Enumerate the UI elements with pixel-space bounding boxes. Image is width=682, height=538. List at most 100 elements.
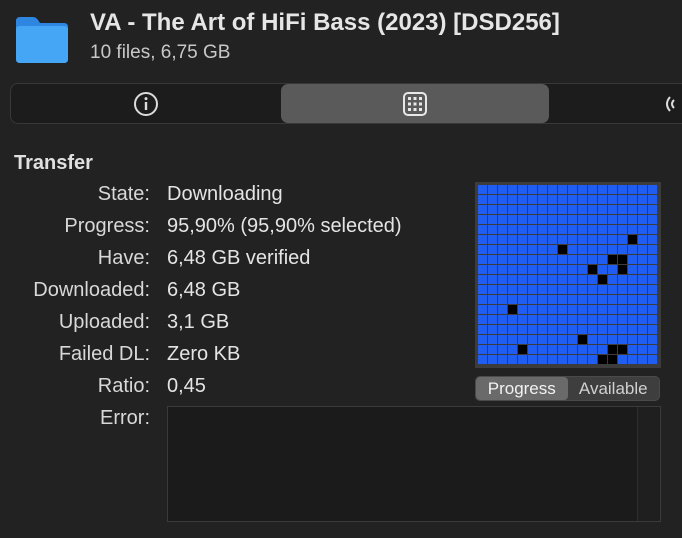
piece-have: [608, 245, 617, 254]
piece-have: [498, 215, 507, 224]
piece-have: [578, 305, 587, 314]
piece-have: [598, 235, 607, 244]
piece-have: [588, 335, 597, 344]
piece-have: [558, 215, 567, 224]
grid-icon: [403, 91, 427, 116]
piece-have: [618, 245, 627, 254]
piece-have: [558, 325, 567, 334]
piece-have: [498, 205, 507, 214]
piece-have: [498, 245, 507, 254]
piece-have: [518, 225, 527, 234]
piece-have: [608, 225, 617, 234]
piece-have: [478, 235, 487, 244]
error-field[interactable]: [167, 406, 661, 522]
piece-have: [568, 305, 577, 314]
piece-have: [498, 325, 507, 334]
piece-have: [618, 305, 627, 314]
failed-dl-value: Zero KB: [167, 343, 241, 365]
error-scrollbar[interactable]: [637, 407, 660, 521]
piece-have: [608, 295, 617, 304]
transfer-heading: Transfer: [14, 152, 93, 174]
have-label: Have:: [97, 247, 150, 269]
piece-have: [588, 215, 597, 224]
piece-have: [608, 215, 617, 224]
piece-have: [648, 185, 657, 194]
piece-have: [558, 205, 567, 214]
piece-have: [608, 265, 617, 274]
piece-missing: [598, 275, 607, 284]
piece-have: [558, 315, 567, 324]
progress-row: Progress:: [0, 215, 150, 243]
piece-have: [568, 315, 577, 324]
downloaded-value: 6,48 GB: [167, 279, 241, 301]
piece-have: [638, 205, 647, 214]
piece-have: [528, 225, 537, 234]
piece-have: [488, 305, 497, 314]
piece-have: [538, 205, 547, 214]
piece-have: [498, 315, 507, 324]
piece-have: [528, 275, 537, 284]
piece-have: [628, 245, 637, 254]
piece-have: [648, 265, 657, 274]
tab-pieces[interactable]: [281, 84, 549, 123]
piece-have: [598, 255, 607, 264]
pieces-grid: [475, 182, 661, 368]
piece-have: [618, 225, 627, 234]
piece-have: [548, 335, 557, 344]
piece-have: [538, 255, 547, 264]
inspector-tab-bar: [10, 83, 682, 124]
tab-info[interactable]: [11, 84, 281, 123]
piece-have: [528, 205, 537, 214]
piece-have: [548, 285, 557, 294]
piece-have: [518, 255, 527, 264]
piece-have: [508, 225, 517, 234]
piece-have: [578, 325, 587, 334]
piece-have: [648, 345, 657, 354]
piece-have: [528, 245, 537, 254]
piece-have: [528, 325, 537, 334]
piece-have: [608, 285, 617, 294]
torrent-summary: 10 files, 6,75 GB: [90, 42, 231, 63]
piece-have: [558, 235, 567, 244]
piece-have: [478, 195, 487, 204]
toggle-progress[interactable]: Progress: [476, 377, 568, 400]
piece-have: [538, 215, 547, 224]
piece-have: [508, 295, 517, 304]
piece-have: [638, 215, 647, 224]
tab-peers[interactable]: [661, 84, 682, 123]
piece-have: [568, 325, 577, 334]
info-icon: [134, 91, 158, 116]
piece-have: [538, 275, 547, 284]
piece-have: [518, 315, 527, 324]
piece-have: [548, 255, 557, 264]
ratio-label: Ratio:: [97, 375, 150, 397]
piece-have: [598, 315, 607, 324]
piece-have: [518, 275, 527, 284]
piece-have: [538, 265, 547, 274]
piece-have: [618, 205, 627, 214]
piece-have: [528, 265, 537, 274]
piece-have: [618, 285, 627, 294]
piece-have: [578, 275, 587, 284]
piece-have: [578, 315, 587, 324]
piece-have: [588, 315, 597, 324]
piece-missing: [628, 235, 637, 244]
piece-have: [618, 275, 627, 284]
piece-have: [498, 295, 507, 304]
error-row: Error:: [0, 407, 150, 435]
peers-icon: [666, 95, 675, 112]
piece-have: [488, 215, 497, 224]
piece-have: [508, 215, 517, 224]
piece-have: [558, 355, 567, 364]
piece-have: [528, 335, 537, 344]
piece-have: [548, 275, 557, 284]
piece-have: [568, 295, 577, 304]
piece-have: [478, 335, 487, 344]
piece-have: [488, 295, 497, 304]
toggle-available[interactable]: Available: [568, 377, 660, 400]
piece-have: [608, 195, 617, 204]
state-row: State:: [0, 183, 150, 211]
piece-have: [478, 245, 487, 254]
piece-have: [478, 225, 487, 234]
piece-have: [628, 215, 637, 224]
